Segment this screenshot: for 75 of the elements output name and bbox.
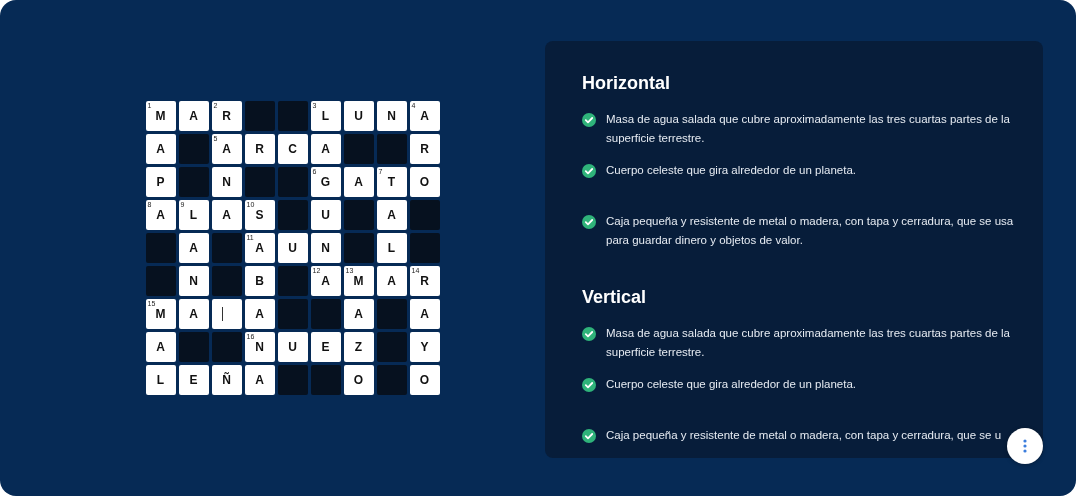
clue-text: Masa de agua salada que cubre aproximadamente las tres cuartas partes de la superficie terrestre. bbox=[606, 326, 1012, 360]
clue-text: Caja pequeña y resistente de metal o madera, con tapa y cerradura, que se usa para guardar dinero y objetos de valor. bbox=[606, 214, 1015, 248]
text-cursor bbox=[222, 307, 223, 321]
block-cell bbox=[178, 167, 209, 197]
letter-cell[interactable]: N bbox=[211, 167, 242, 197]
letter-cell[interactable]: A bbox=[145, 134, 176, 164]
letter-cell[interactable]: A bbox=[211, 200, 242, 230]
block-cell bbox=[211, 233, 242, 263]
block-cell bbox=[310, 365, 341, 395]
block-cell bbox=[277, 266, 308, 296]
block-cell bbox=[376, 365, 407, 395]
letter-cell[interactable]: N bbox=[376, 101, 407, 131]
block-cell bbox=[277, 167, 308, 197]
clue-text: Masa de agua salada que cubre aproximadamente las tres cuartas partes de la superficie terrestre. bbox=[606, 112, 1012, 146]
block-cell bbox=[244, 101, 275, 131]
letter-cell[interactable]: E bbox=[310, 332, 341, 362]
letter-cell[interactable]: E bbox=[178, 365, 209, 395]
letter-cell[interactable]: U bbox=[343, 101, 374, 131]
block-cell bbox=[376, 134, 407, 164]
block-cell bbox=[277, 365, 308, 395]
letter-cell[interactable]: U bbox=[277, 233, 308, 263]
letter-cell[interactable]: A bbox=[244, 365, 275, 395]
block-cell bbox=[343, 233, 374, 263]
letter-cell[interactable]: A bbox=[178, 299, 209, 329]
letter-cell[interactable]: O bbox=[409, 365, 440, 395]
block-cell bbox=[310, 299, 341, 329]
letter-cell[interactable]: N bbox=[178, 266, 209, 296]
block-cell bbox=[409, 200, 440, 230]
more-vertical-icon bbox=[1023, 439, 1027, 453]
letter-cell[interactable]: A bbox=[376, 200, 407, 230]
block-cell bbox=[277, 299, 308, 329]
block-cell bbox=[178, 134, 209, 164]
block-cell bbox=[244, 167, 275, 197]
block-cell bbox=[343, 134, 374, 164]
letter-cell[interactable]: A bbox=[145, 332, 176, 362]
letter-cell[interactable]: A bbox=[178, 101, 209, 131]
letter-cell[interactable]: Ñ bbox=[211, 365, 242, 395]
block-cell bbox=[376, 299, 407, 329]
letter-cell[interactable]: L bbox=[145, 365, 176, 395]
clue-text: Cuerpo celeste que gira alrededor de un planeta. bbox=[606, 163, 856, 178]
clue-text: Cuerpo celeste que gira alrededor de un planeta. bbox=[606, 377, 856, 392]
block-cell bbox=[343, 200, 374, 230]
letter-cell[interactable]: A bbox=[178, 233, 209, 263]
letter-cell[interactable]: L bbox=[376, 233, 407, 263]
letter-cell[interactable]: O bbox=[409, 167, 440, 197]
block-cell bbox=[178, 332, 209, 362]
block-cell bbox=[211, 332, 242, 362]
letter-cell[interactable]: A bbox=[376, 266, 407, 296]
block-cell bbox=[145, 266, 176, 296]
letter-cell[interactable]: P bbox=[145, 167, 176, 197]
letter-cell[interactable]: O bbox=[343, 365, 374, 395]
section-heading: Vertical bbox=[582, 287, 648, 308]
letter-cell[interactable]: A bbox=[310, 134, 341, 164]
letter-cell[interactable]: C bbox=[277, 134, 308, 164]
letter-cell[interactable]: U bbox=[310, 200, 341, 230]
block-cell bbox=[409, 233, 440, 263]
block-cell bbox=[277, 101, 308, 131]
letter-cell[interactable]: A bbox=[343, 167, 374, 197]
letter-cell[interactable]: U bbox=[277, 332, 308, 362]
input-cell[interactable] bbox=[211, 299, 242, 329]
letter-cell[interactable]: R bbox=[244, 134, 275, 164]
letter-cell[interactable]: R bbox=[409, 134, 440, 164]
letter-cell[interactable]: A bbox=[244, 299, 275, 329]
clue-text: Caja pequeña y resistente de metal o madera, con tapa y cerradura, que se u bbox=[606, 428, 1002, 443]
letter-cell[interactable]: A bbox=[409, 299, 440, 329]
block-cell bbox=[277, 200, 308, 230]
block-cell bbox=[211, 266, 242, 296]
block-cell bbox=[145, 233, 176, 263]
letter-cell[interactable]: Z bbox=[343, 332, 374, 362]
letter-cell[interactable]: B bbox=[244, 266, 275, 296]
letter-cell[interactable]: A bbox=[343, 299, 374, 329]
section-heading: Horizontal bbox=[582, 73, 671, 94]
block-cell bbox=[376, 332, 407, 362]
letter-cell[interactable]: Y bbox=[409, 332, 440, 362]
letter-cell[interactable]: N bbox=[310, 233, 341, 263]
